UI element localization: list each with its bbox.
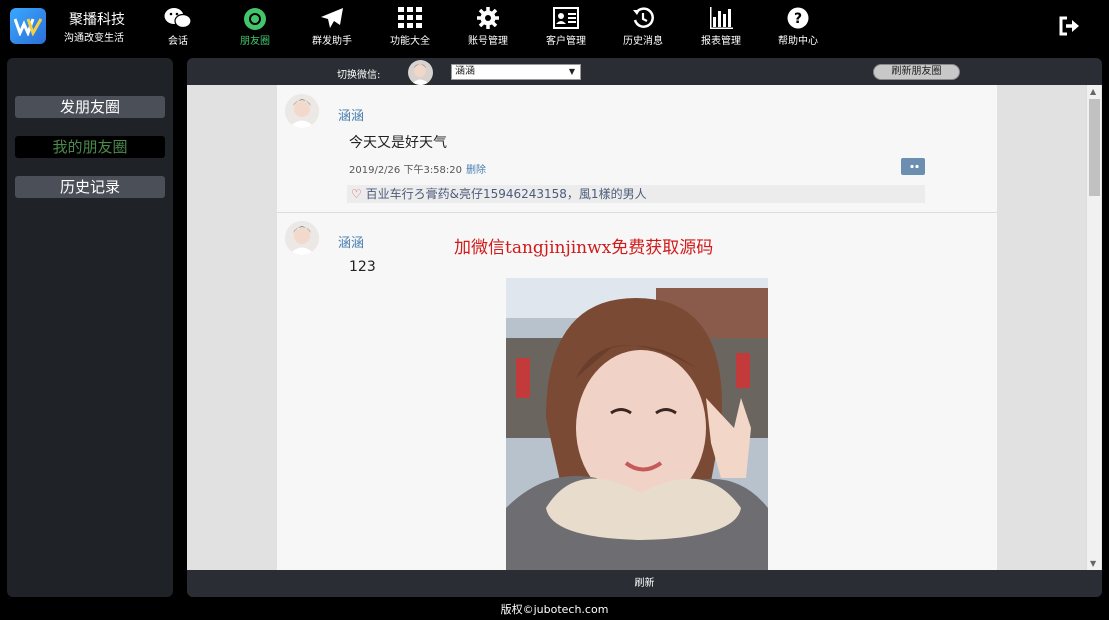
nav-label: 客户管理	[546, 36, 586, 47]
brand-logo	[10, 8, 46, 44]
nav-customers[interactable]: 客户管理	[526, 0, 606, 52]
post-username[interactable]: 涵涵	[338, 105, 364, 124]
comment-icon[interactable]	[901, 158, 925, 175]
heart-icon: ♡	[351, 187, 362, 201]
nav-history[interactable]: 历史消息	[603, 0, 683, 52]
nav-chat[interactable]: 会话	[138, 0, 218, 52]
post-meta: 2019/2/26 下午3:58:20 删除	[349, 161, 486, 176]
nav-reports[interactable]: 报表管理	[681, 0, 761, 52]
logout-icon[interactable]	[1058, 15, 1080, 37]
post-avatar[interactable]	[285, 221, 319, 255]
moments-icon	[215, 7, 295, 30]
bar-chart-icon	[681, 7, 761, 29]
top-nav-bar: 聚播科技 沟通改变生活 会话 朋友圈 群发助手 功能大全 账号管理 客户管理 历…	[0, 0, 1109, 52]
nav-label: 群发助手	[312, 36, 352, 47]
scroll-thumb[interactable]	[1089, 99, 1100, 196]
post-avatar[interactable]	[285, 94, 319, 128]
nav-help[interactable]: ? 帮助中心	[758, 0, 838, 52]
post-divider	[277, 212, 997, 213]
contact-card-icon	[526, 7, 606, 29]
nav-label: 账号管理	[468, 36, 508, 47]
nav-label: 会话	[168, 36, 188, 47]
post-text: 123	[349, 259, 376, 275]
nav-label: 朋友圈	[240, 36, 270, 47]
sidebar-item-my-moments[interactable]: 我的朋友圈	[15, 136, 165, 158]
watermark-text: 加微信tangjinjinwx免费获取源码	[454, 238, 714, 258]
sidebar-item-history[interactable]: 历史记录	[15, 176, 165, 198]
nav-label: 帮助中心	[778, 36, 818, 47]
scroll-down-icon[interactable]: ▼	[1090, 559, 1096, 568]
likes-text: 百业车行ろ膏药&亮仔15946243158，風1樣的男人	[365, 187, 647, 201]
nav-moments[interactable]: 朋友圈	[215, 0, 295, 52]
post-text: 今天又是好天气	[349, 135, 447, 151]
scroll-up-icon[interactable]: ▲	[1090, 87, 1096, 96]
feed-area: 涵涵 今天又是好天气 2019/2/26 下午3:58:20 删除 ♡ 百业车行ろ…	[187, 85, 1102, 570]
post-timestamp: 2019/2/26 下午3:58:20	[349, 165, 463, 176]
wechat-icon	[138, 7, 218, 29]
account-avatar	[408, 60, 433, 85]
help-icon: ?	[758, 7, 838, 29]
brand-slogan: 沟通改变生活	[64, 33, 124, 44]
nav-broadcast[interactable]: 群发助手	[292, 0, 372, 52]
refresh-button[interactable]: 刷新	[187, 570, 1102, 597]
grid-icon	[370, 7, 450, 29]
nav-label: 功能大全	[390, 36, 430, 47]
sidebar: 发朋友圈 我的朋友圈 历史记录	[7, 58, 173, 597]
sidebar-item-post-moment[interactable]: 发朋友圈	[15, 96, 165, 118]
delete-post-link[interactable]: 删除	[466, 165, 486, 176]
copyright-footer: 版权©jubotech.com	[500, 603, 609, 616]
refresh-moments-button[interactable]: 刷新朋友圈	[873, 64, 960, 80]
history-icon	[603, 7, 683, 29]
moments-feed: 涵涵 今天又是好天气 2019/2/26 下午3:58:20 删除 ♡ 百业车行ろ…	[277, 85, 997, 570]
likes-list: ♡ 百业车行ろ膏药&亮仔15946243158，風1樣的男人	[347, 185, 925, 203]
brand-name: 聚播科技	[69, 12, 125, 28]
gear-icon	[448, 7, 528, 29]
scrollbar[interactable]: ▲ ▼	[1086, 85, 1101, 570]
post-username[interactable]: 涵涵	[338, 232, 364, 251]
switch-wechat-label: 切换微信:	[337, 70, 381, 81]
post-photo[interactable]	[506, 278, 768, 570]
nav-label: 报表管理	[701, 36, 741, 47]
nav-features[interactable]: 功能大全	[370, 0, 450, 52]
nav-label: 历史消息	[623, 36, 663, 47]
selected-account: 涵涵	[455, 66, 475, 77]
svg-text:?: ?	[794, 11, 802, 27]
paper-plane-icon	[292, 7, 372, 29]
nav-accounts[interactable]: 账号管理	[448, 0, 528, 52]
dropdown-arrow-icon: ▼	[568, 67, 575, 76]
wechat-account-select[interactable]: 涵涵 ▼	[451, 64, 581, 80]
moments-panel: 切换微信: 涵涵 ▼ 刷新朋友圈 涵涵 今天又是好天气 2019/2/26 下午…	[187, 58, 1102, 597]
